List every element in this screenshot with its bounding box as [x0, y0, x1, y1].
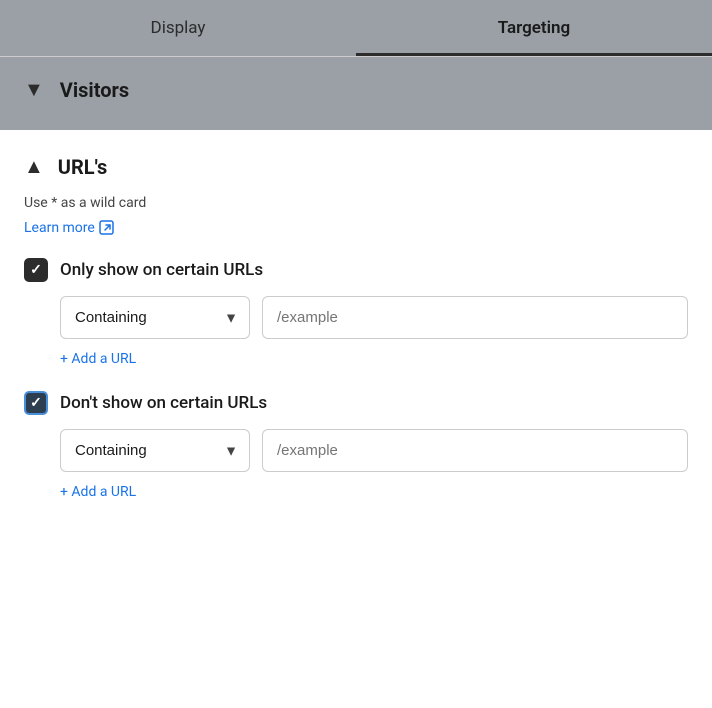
visitors-title: Visitors: [60, 78, 129, 102]
dont-show-rule: ✓ Don't show on certain URLs Containing …: [24, 391, 688, 500]
tab-targeting[interactable]: Targeting: [356, 0, 712, 56]
only-show-checkmark: ✓: [30, 262, 42, 278]
dont-show-select[interactable]: Containing Not containing Is exactly Sta…: [60, 429, 250, 472]
only-show-controls: Containing Not containing Is exactly Sta…: [24, 296, 688, 339]
only-show-checkbox-row: ✓ Only show on certain URLs: [24, 258, 688, 282]
wildcard-text: Use * as a wild card: [24, 195, 688, 211]
only-show-url-input[interactable]: [262, 296, 688, 339]
learn-more-link[interactable]: Learn more: [24, 220, 115, 236]
visitors-toggle[interactable]: ▼ Visitors: [24, 77, 688, 102]
dont-show-checkbox-row: ✓ Don't show on certain URLs: [24, 391, 688, 415]
dont-show-checkbox[interactable]: ✓: [24, 391, 48, 415]
visitors-chevron-icon: ▼: [24, 77, 44, 102]
urls-section: ▲ URL's Use * as a wild card Learn more …: [0, 130, 712, 536]
urls-chevron-icon: ▲: [24, 154, 44, 179]
dont-show-controls: Containing Not containing Is exactly Sta…: [24, 429, 688, 472]
only-show-checkbox[interactable]: ✓: [24, 258, 48, 282]
visitors-section: ▼ Visitors: [0, 57, 712, 130]
tab-display-label: Display: [151, 18, 206, 38]
dont-show-select-wrapper: Containing Not containing Is exactly Sta…: [60, 429, 250, 472]
only-show-select[interactable]: Containing Not containing Is exactly Sta…: [60, 296, 250, 339]
urls-header[interactable]: ▲ URL's: [24, 154, 688, 179]
only-show-add-url-link[interactable]: + Add a URL: [24, 351, 688, 367]
dont-show-add-url-link[interactable]: + Add a URL: [24, 484, 688, 500]
tab-targeting-label: Targeting: [498, 18, 570, 38]
external-link-icon: [99, 220, 115, 236]
only-show-label: Only show on certain URLs: [60, 260, 263, 280]
tabs-container: Display Targeting: [0, 0, 712, 57]
dont-show-label: Don't show on certain URLs: [60, 393, 267, 413]
only-show-select-wrapper: Containing Not containing Is exactly Sta…: [60, 296, 250, 339]
learn-more-label: Learn more: [24, 220, 95, 236]
dont-show-checkmark: ✓: [30, 395, 42, 411]
urls-title: URL's: [58, 155, 107, 179]
dont-show-url-input[interactable]: [262, 429, 688, 472]
only-show-rule: ✓ Only show on certain URLs Containing N…: [24, 258, 688, 367]
tab-display[interactable]: Display: [0, 0, 356, 56]
